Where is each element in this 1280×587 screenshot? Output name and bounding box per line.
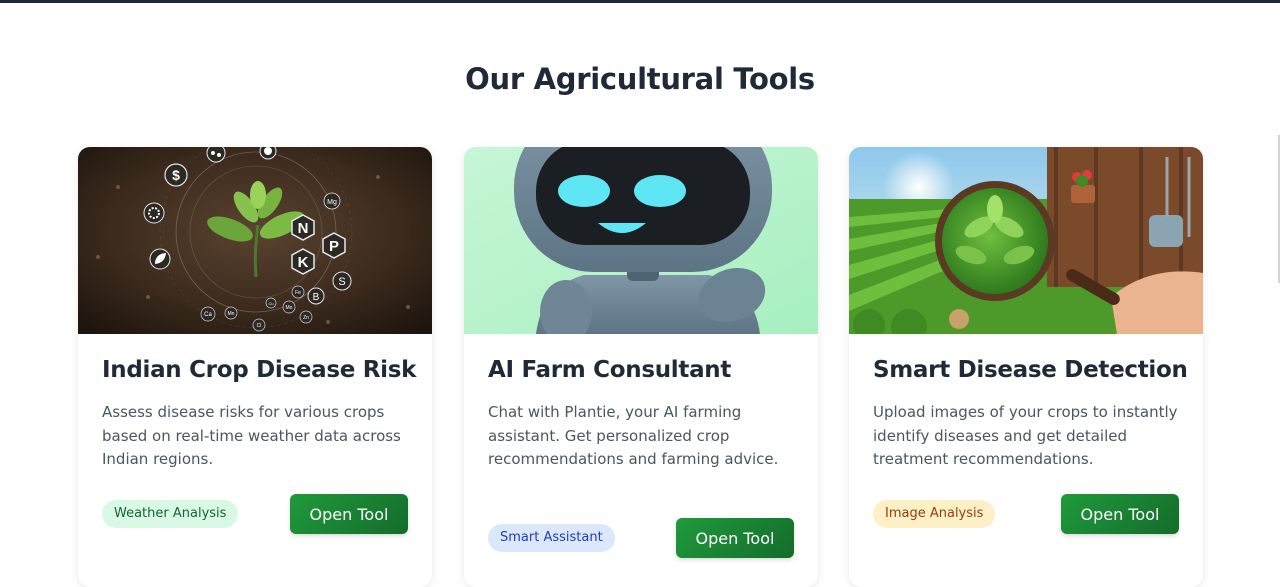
category-tag: Weather Analysis	[102, 500, 239, 528]
leaf-icon	[149, 248, 171, 270]
nutrient-mo-label: Mo	[286, 305, 293, 311]
nutrient-ca-label: Ca	[204, 312, 212, 318]
section-title: Our Agricultural Tools	[465, 62, 815, 96]
tool-card-ai-farm-consultant: AI Farm Consultant Chat with Plantie, yo…	[464, 147, 818, 587]
tool-card-smart-disease-detection: Smart Disease Detection Upload images of…	[849, 147, 1203, 587]
top-border	[0, 0, 1280, 3]
nutrient-s-label: S	[338, 276, 345, 288]
nutrient-p-label: P	[329, 238, 339, 255]
nutrient-cu-label: Cu	[268, 301, 273, 306]
nutrient-k-label: K	[298, 254, 309, 271]
card-description: Assess disease risks for various crops b…	[102, 403, 401, 468]
card-title: Smart Disease Detection	[873, 357, 1188, 383]
dollar-icon: $	[172, 167, 180, 183]
plant-inspection-image	[849, 147, 1203, 334]
nutrient-b-label: B	[313, 292, 320, 303]
open-tool-button[interactable]: Open Tool	[290, 494, 408, 534]
crop-nutrient-image: N P K S B Mg Fe Ca Cl Mn Cu Mo Zn $	[78, 147, 432, 334]
nutrient-zn-label: Zn	[303, 315, 309, 321]
nutrient-mn-label: Mn	[228, 311, 235, 317]
water-drops-icon	[206, 147, 226, 163]
open-tool-button[interactable]: Open Tool	[1061, 494, 1179, 534]
category-tag: Smart Assistant	[488, 524, 615, 552]
nutrient-n-label: N	[298, 220, 309, 237]
nutrient-fe-label: Fe	[295, 290, 301, 296]
tool-card-crop-disease-risk: N P K S B Mg Fe Ca Cl Mn Cu Mo Zn $ Indi…	[78, 147, 432, 587]
open-tool-button[interactable]: Open Tool	[676, 518, 794, 558]
card-title: AI Farm Consultant	[488, 357, 732, 383]
card-title: Indian Crop Disease Risk	[102, 357, 417, 383]
category-tag: Image Analysis	[873, 500, 996, 528]
nutrient-mg-label: Mg	[327, 199, 337, 206]
robot-assistant-image	[464, 147, 818, 334]
sun-icon	[259, 147, 277, 160]
nutrient-cl-label: Cl	[257, 323, 262, 329]
card-description: Upload images of your crops to instantly…	[873, 403, 1178, 468]
card-description: Chat with Plantie, your AI farming assis…	[488, 403, 779, 468]
gear-icon	[143, 202, 165, 224]
